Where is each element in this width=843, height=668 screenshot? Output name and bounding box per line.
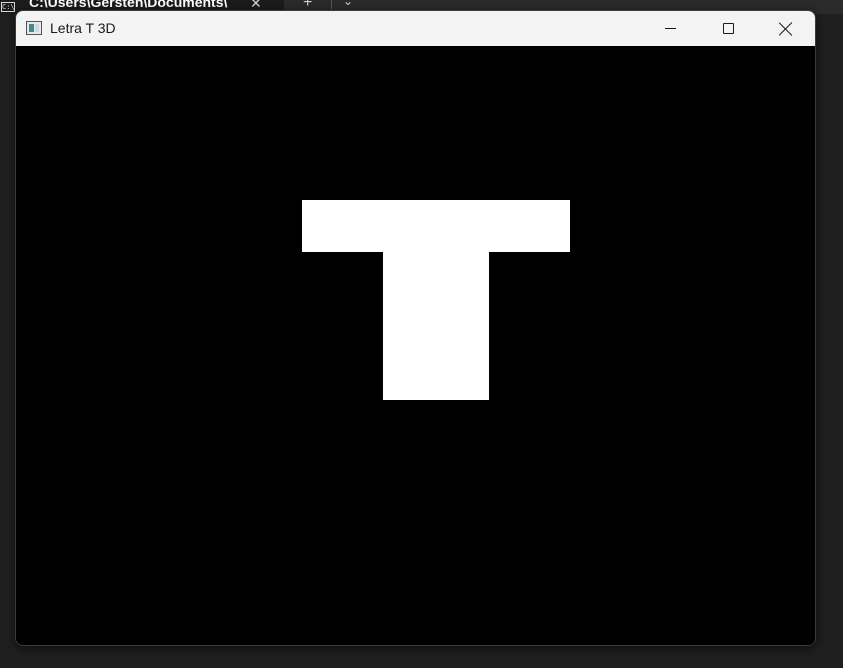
terminal-icon: C:\ xyxy=(1,2,15,12)
minimize-icon xyxy=(664,28,676,29)
letter-t-crossbar xyxy=(302,200,570,252)
minimize-button[interactable] xyxy=(641,11,699,46)
close-button[interactable] xyxy=(757,11,815,46)
close-icon xyxy=(779,22,793,36)
render-viewport[interactable] xyxy=(16,46,815,645)
app-window: Letra T 3D xyxy=(15,10,816,646)
maximize-button[interactable] xyxy=(699,11,757,46)
maximize-icon xyxy=(722,23,734,34)
chevron-down-icon[interactable]: ⌄ xyxy=(343,0,353,8)
app-window-icon xyxy=(26,21,42,35)
letter-t-stem xyxy=(383,252,489,400)
title-bar[interactable]: Letra T 3D xyxy=(16,11,815,46)
window-title: Letra T 3D xyxy=(50,20,116,36)
